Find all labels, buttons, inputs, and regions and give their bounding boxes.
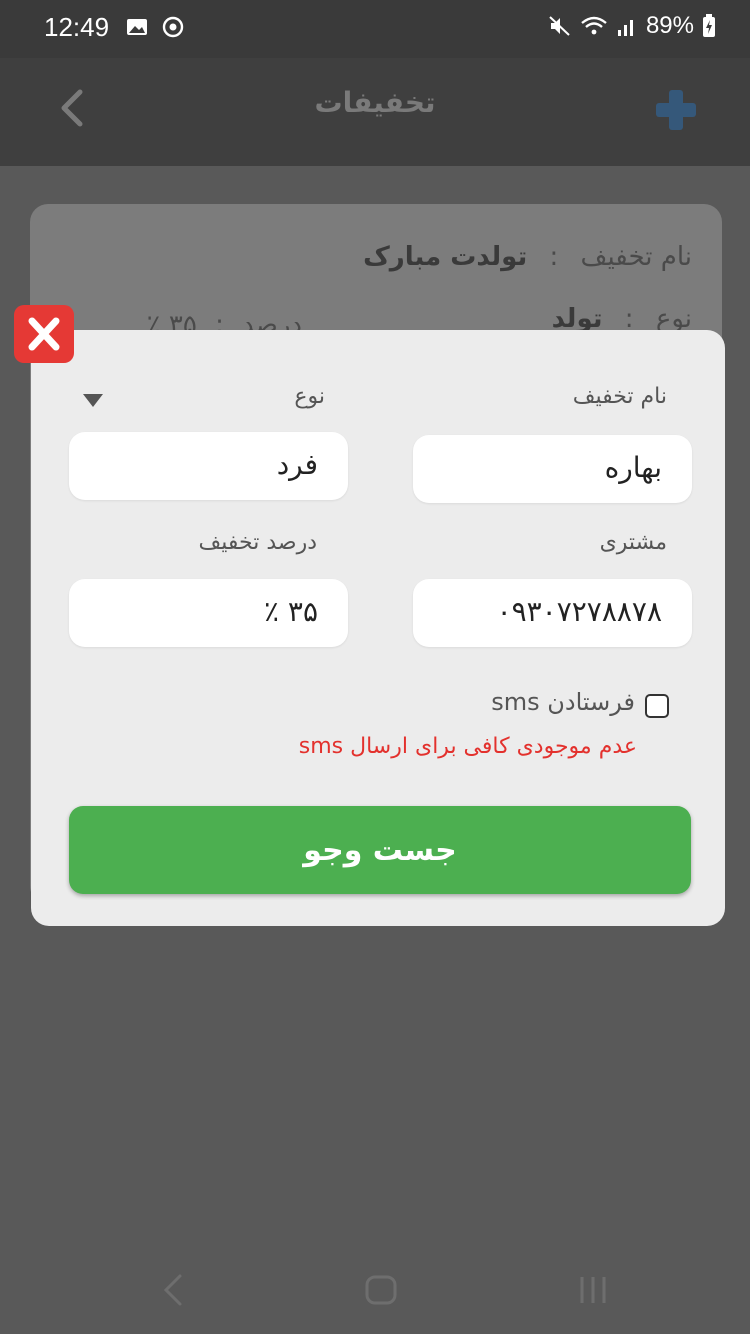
customer-phone-value: ۰۹۳۰۷۲۷۸۸۷۸ [496,595,662,628]
image-icon [127,19,147,35]
send-sms-label: فرستادن sms [491,688,635,716]
card-name-separator: : [549,242,559,272]
type-value: فرد [276,448,318,481]
card-name-value: تولدت مبارک [363,242,528,272]
nav-home-icon[interactable] [364,1272,398,1308]
battery-icon [703,14,715,37]
type-select[interactable]: فرد [69,432,348,500]
discount-dialog: نام تخفیف نوع بهاره فرد مشتری درصد تخفیف… [31,330,725,926]
card-name-label: نام تخفیف [580,242,692,272]
wifi-icon [581,16,607,35]
search-button[interactable]: جست وجو [69,806,691,894]
customer-label: مشتری [599,530,667,555]
discount-name-field[interactable]: بهاره [413,435,692,503]
nav-back-icon[interactable] [160,1272,184,1308]
app-header: تخفیفات [0,58,750,166]
send-sms-checkbox[interactable] [645,694,669,718]
discount-percent-field[interactable]: ۳۵ ٪ [69,579,348,647]
page-title: تخفیفات [314,86,436,119]
close-icon [28,317,60,351]
mute-icon [549,16,570,36]
card-row-name: نام تخفیف : تولدت مبارک [363,242,692,272]
discount-name-value: بهاره [604,451,662,484]
signal-icon [617,20,633,36]
discount-name-label: نام تخفیف [572,384,667,409]
battery-percent: 89% [645,12,694,39]
status-right: 89% [548,12,716,40]
close-button[interactable] [14,305,74,363]
dropdown-arrow-icon[interactable] [83,394,103,407]
sync-icon [162,16,184,38]
type-label: نوع [294,384,325,409]
status-time: 12:49 [44,12,110,42]
nav-recents-icon[interactable] [576,1272,610,1308]
add-icon[interactable] [654,88,698,132]
status-bar: 12:49 89% [0,0,750,58]
discount-percent-label: درصد تخفیف [198,530,317,555]
discount-percent-value: ۳۵ ٪ [263,595,318,628]
sms-error-message: عدم موجودی کافی برای ارسال sms [298,734,637,759]
customer-phone-field[interactable]: ۰۹۳۰۷۲۷۸۸۷۸ [413,579,692,647]
